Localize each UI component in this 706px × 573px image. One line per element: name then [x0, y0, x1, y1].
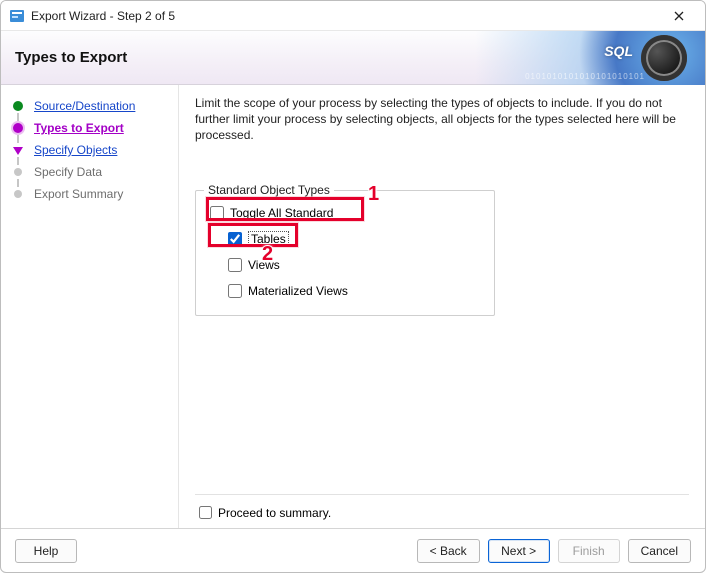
app-icon: [9, 8, 25, 24]
binary-text: 0101010101010101010101: [525, 72, 645, 81]
step-export-summary: Export Summary: [1, 183, 178, 205]
annotation-callout-1: 1: [368, 183, 379, 206]
toggle-all-label[interactable]: Toggle All Standard: [230, 206, 333, 220]
back-button[interactable]: < Back: [417, 539, 480, 563]
step-node-pending-icon: [11, 165, 25, 179]
toggle-all-checkbox[interactable]: [210, 206, 224, 220]
banner-art: SQL 0101010101010101010101: [475, 31, 705, 85]
step-node-next-icon: [11, 143, 25, 157]
step-node-pending-icon: [11, 187, 25, 201]
wizard-sidebar: Source/Destination Types to Export Speci…: [1, 85, 179, 528]
proceed-row[interactable]: Proceed to summary.: [195, 494, 689, 522]
step-specify-data: Specify Data: [1, 161, 178, 183]
wizard-main: Limit the scope of your process by selec…: [179, 85, 705, 528]
wizard-footer: Help < Back Next > Finish Cancel: [1, 528, 705, 572]
cancel-button[interactable]: Cancel: [628, 539, 691, 563]
export-wizard-window: Export Wizard - Step 2 of 5 Types to Exp…: [0, 0, 706, 573]
proceed-label[interactable]: Proceed to summary.: [218, 506, 331, 520]
step-source-destination[interactable]: Source/Destination: [1, 95, 178, 117]
finish-button: Finish: [558, 539, 620, 563]
standard-object-types-group: Standard Object Types Toggle All Standar…: [195, 190, 495, 316]
toggle-all-row[interactable]: Toggle All Standard: [210, 201, 480, 225]
views-checkbox[interactable]: [228, 258, 242, 272]
step-label[interactable]: Source/Destination: [34, 99, 135, 113]
sql-text: SQL: [604, 43, 633, 59]
page-title: Types to Export: [15, 49, 127, 66]
step-specify-objects[interactable]: Specify Objects: [1, 139, 178, 161]
close-icon: [674, 11, 684, 21]
step-label[interactable]: Specify Objects: [34, 143, 117, 157]
matviews-checkbox[interactable]: [228, 284, 242, 298]
matviews-row[interactable]: Materialized Views: [228, 279, 480, 303]
instruction-text: Limit the scope of your process by selec…: [195, 95, 687, 144]
step-label: Export Summary: [34, 187, 123, 201]
matviews-label[interactable]: Materialized Views: [248, 284, 348, 298]
step-node-done-icon: [11, 99, 25, 113]
close-button[interactable]: [659, 3, 699, 28]
wizard-body: Source/Destination Types to Export Speci…: [1, 85, 705, 528]
wizard-banner: Types to Export SQL 01010101010101010101…: [1, 31, 705, 85]
help-button[interactable]: Help: [15, 539, 77, 563]
step-node-current-icon: [11, 121, 25, 135]
window-title: Export Wizard - Step 2 of 5: [31, 9, 659, 23]
group-legend: Standard Object Types: [204, 183, 334, 197]
tables-checkbox[interactable]: [228, 232, 242, 246]
disc-icon: [641, 35, 687, 81]
step-label[interactable]: Types to Export: [34, 121, 124, 135]
annotation-callout-2: 2: [262, 243, 273, 266]
next-button[interactable]: Next >: [488, 539, 550, 563]
step-label: Specify Data: [34, 165, 102, 179]
step-types-to-export[interactable]: Types to Export: [1, 117, 178, 139]
proceed-checkbox[interactable]: [199, 506, 212, 519]
step-list: Source/Destination Types to Export Speci…: [1, 95, 178, 205]
titlebar: Export Wizard - Step 2 of 5: [1, 1, 705, 31]
